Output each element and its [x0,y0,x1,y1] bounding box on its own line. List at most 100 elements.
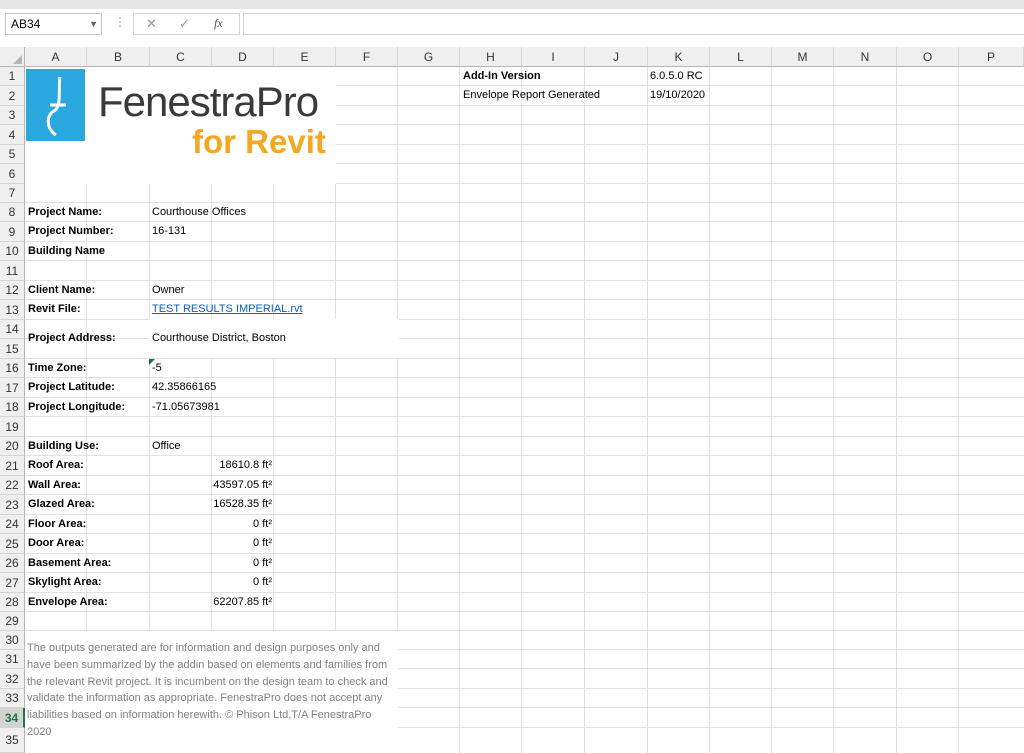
row-header-5[interactable]: 5 [0,145,25,164]
project-name-label: Project Name: [28,206,102,218]
row-header-17[interactable]: 17 [0,378,25,398]
area-value: 62207.85 ft² [213,596,272,608]
project-name-value: Courthouse Offices [152,206,246,218]
row-header-35[interactable]: 35 [0,728,25,753]
longitude-label: Project Longitude: [28,401,126,413]
row-header-21[interactable]: 21 [0,456,25,476]
row-header-7[interactable]: 7 [0,184,25,203]
chevron-down-icon[interactable]: ▼ [89,14,98,34]
project-number-label: Project Number: [28,225,114,237]
grid-vline [958,67,959,753]
name-box[interactable]: AB34 ▼ [5,13,102,35]
column-header-h[interactable]: H [460,47,522,67]
report-generated-label: Envelope Report Generated [463,89,600,101]
row-header-6[interactable]: 6 [0,164,25,184]
time-zone-value: -5 [152,362,162,374]
building-use-value: Office [152,440,181,452]
row-header-13[interactable]: 13 [0,300,25,320]
logo-mark-icon [26,69,85,141]
column-header-k[interactable]: K [648,47,710,67]
row-header-4[interactable]: 4 [0,125,25,145]
column-header-e[interactable]: E [274,47,336,67]
project-address-value: Courthouse District, Boston [152,332,286,344]
column-header-m[interactable]: M [772,47,834,67]
fenestrapro-logo: FenestraPro for Revit [26,68,334,182]
row-header-18[interactable]: 18 [0,398,25,417]
row-header-10[interactable]: 10 [0,242,25,261]
row-header-27[interactable]: 27 [0,573,25,593]
formula-input[interactable] [243,13,1024,35]
addin-version-label: Add-In Version [463,70,541,82]
row-header-1[interactable]: 1 [0,67,25,86]
project-number-value: 16-131 [152,225,187,237]
grid-hline [25,358,1024,359]
row-header-25[interactable]: 25 [0,534,25,554]
column-header-d[interactable]: D [212,47,274,67]
row-header-20[interactable]: 20 [0,437,25,456]
grid-vline [584,67,585,753]
row-header-32[interactable]: 32 [0,669,25,689]
area-label: Glazed Area: [28,498,95,510]
column-header-a[interactable]: A [25,47,87,67]
row-header-30[interactable]: 30 [0,631,25,650]
grid-hline [25,241,1024,242]
building-name-label: Building Name [28,245,106,257]
row-header-26[interactable]: 26 [0,554,25,573]
row-header-2[interactable]: 2 [0,86,25,106]
revit-file-label: Revit File: [28,303,81,315]
project-address-label: Project Address: [28,332,116,344]
row-header-34[interactable]: 34 [0,708,25,728]
time-zone-label: Time Zone: [28,362,87,374]
area-value: 18610.8 ft² [219,459,272,471]
insert-function-icon[interactable]: fx [214,16,223,31]
more-icon: ⋮ [114,15,126,29]
column-header-n[interactable]: N [834,47,897,67]
row-header-23[interactable]: 23 [0,495,25,515]
row-header-15[interactable]: 15 [0,339,25,359]
area-value: 16528.35 ft² [213,498,272,510]
area-value: 0 ft² [253,557,272,569]
area-label: Envelope Area: [28,596,108,608]
row-header-22[interactable]: 22 [0,476,25,495]
grid-vline [833,67,834,753]
addin-version-value: 6.0.5.0 RC [650,70,703,82]
row-header-19[interactable]: 19 [0,417,25,437]
column-header-j[interactable]: J [585,47,648,67]
row-header-12[interactable]: 12 [0,281,25,300]
row-header-9[interactable]: 9 [0,222,25,242]
grid-vline [647,67,648,753]
grid-vline [459,67,460,753]
column-header-l[interactable]: L [710,47,772,67]
column-header-c[interactable]: C [150,47,212,67]
row-header-28[interactable]: 28 [0,593,25,612]
column-header-i[interactable]: I [522,47,585,67]
column-header-p[interactable]: P [959,47,1024,67]
grid-vline [521,67,522,753]
row-header-14[interactable]: 14 [0,320,25,339]
row-header-33[interactable]: 33 [0,689,25,708]
row-header-24[interactable]: 24 [0,515,25,534]
grid-vline [771,67,772,753]
column-header-f[interactable]: F [336,47,398,67]
client-name-label: Client Name: [28,284,96,296]
logo-title: FenestraPro [98,78,319,125]
row-header-16[interactable]: 16 [0,359,25,378]
row-header-29[interactable]: 29 [0,612,25,631]
area-label: Roof Area: [28,459,84,471]
row-header-11[interactable]: 11 [0,261,25,281]
logo-subtitle: for Revit [192,123,326,160]
column-header-b[interactable]: B [87,47,150,67]
enter-icon[interactable]: ✓ [179,16,190,32]
column-header-o[interactable]: O [897,47,959,67]
report-generated-value: 19/10/2020 [650,89,706,101]
area-label: Basement Area: [28,557,112,569]
row-header-3[interactable]: 3 [0,106,25,125]
revit-file-link[interactable]: TEST RESULTS IMPERIAL.rvt [152,300,303,319]
row-header-31[interactable]: 31 [0,650,25,669]
column-header-g[interactable]: G [398,47,460,67]
cancel-icon[interactable]: ✕ [146,16,157,32]
select-all-button[interactable] [0,47,25,67]
row-header-8[interactable]: 8 [0,203,25,222]
area-label: Skylight Area: [28,576,102,588]
formula-buttons: ✕ ✓ fx [133,13,240,35]
